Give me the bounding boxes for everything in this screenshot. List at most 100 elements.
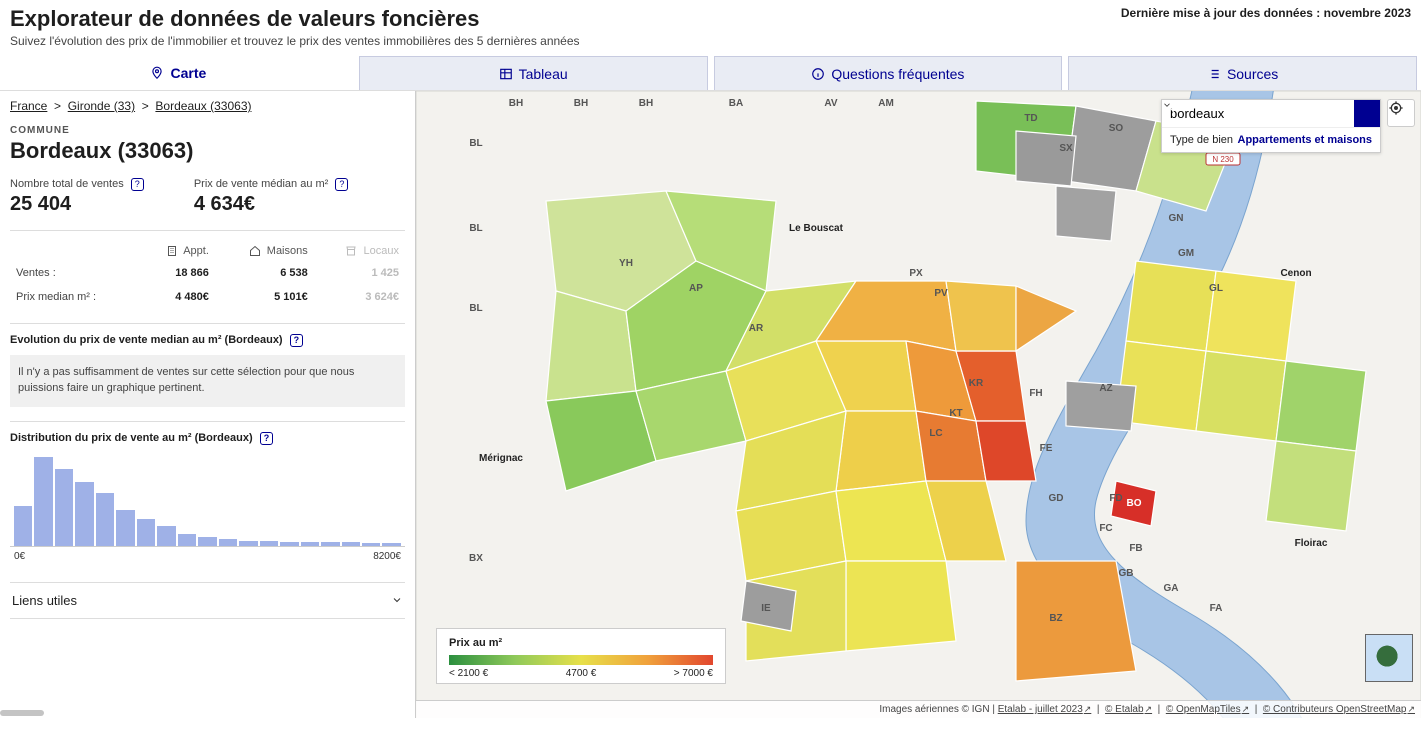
distribution-axis-min: 0€ [14, 551, 25, 562]
building-icon [166, 245, 178, 257]
cell-prix-locaux: 3 624€ [314, 285, 405, 309]
row-prix-label: Prix median m² : [10, 285, 138, 309]
attrib-etalab[interactable]: © Etalab↗ [1105, 704, 1152, 715]
search-input[interactable] [1162, 100, 1354, 127]
breakdown-table: Appt. Maisons Locaux Ventes : 18 866 [10, 241, 405, 309]
distribution-bar [198, 537, 216, 546]
tab-sources[interactable]: Sources [1068, 56, 1417, 90]
distribution-axis-max: 8200€ [373, 551, 401, 562]
geolocate-button[interactable] [1387, 99, 1415, 127]
help-sales-icon[interactable]: ? [131, 178, 144, 191]
map-pin-icon [150, 66, 164, 80]
svg-text:N 230: N 230 [1212, 155, 1234, 164]
distribution-bar [137, 519, 155, 546]
distribution-bar [382, 543, 400, 546]
breadcrumb-departement[interactable]: Gironde (33) [68, 99, 135, 113]
property-type-value: Appartements et maisons [1238, 134, 1372, 146]
attrib-etalab-date[interactable]: Etalab - juillet 2023↗ [998, 704, 1092, 715]
list-icon [1207, 67, 1221, 81]
horizontal-scrollbar[interactable] [0, 710, 44, 716]
chevron-down-icon [1162, 100, 1172, 110]
distribution-bar [260, 541, 278, 546]
attrib-osm[interactable]: © Contributeurs OpenStreetMap↗ [1263, 704, 1415, 715]
minimap-button[interactable] [1365, 634, 1413, 682]
side-panel: France > Gironde (33) > Bordeaux (33063)… [0, 91, 416, 718]
breadcrumb: France > Gironde (33) > Bordeaux (33063) [10, 99, 405, 113]
cell-prix-maisons: 5 101€ [215, 285, 314, 309]
cell-ventes-appt: 18 866 [138, 261, 215, 285]
page-subtitle: Suivez l'évolution des prix de l'immobil… [0, 34, 1421, 56]
distribution-bar [362, 543, 380, 546]
property-type-label: Type de bien [1170, 134, 1233, 146]
home-icon [249, 245, 261, 257]
kpi-price-label: Prix de vente médian au m² [194, 178, 329, 190]
tab-faq-label: Questions fréquentes [831, 66, 964, 82]
col-appt: Appt. [183, 245, 209, 257]
breadcrumb-france[interactable]: France [10, 99, 47, 113]
data-update-label: Dernière mise à jour des données : novem… [1121, 6, 1411, 20]
table-row: Prix median m² : 4 480€ 5 101€ 3 624€ [10, 285, 405, 309]
help-distribution-icon[interactable]: ? [260, 432, 274, 445]
distribution-bar [321, 542, 339, 546]
useful-links-toggle[interactable]: Liens utiles [10, 582, 405, 619]
tab-tableau-label: Tableau [519, 66, 568, 82]
place-title: Bordeaux (33063) [10, 138, 405, 164]
table-row: Ventes : 18 866 6 538 1 425 [10, 261, 405, 285]
evolution-title: Evolution du prix de vente median au m² … [10, 334, 283, 346]
table-icon [499, 67, 513, 81]
cell-ventes-maisons: 6 538 [215, 261, 314, 285]
price-legend: Prix au m² < 2100 € 4700 € > 7000 € [436, 628, 726, 684]
distribution-bar [34, 457, 52, 546]
search-button[interactable] [1354, 100, 1380, 127]
attrib-prefix: Images aériennes © IGN | [879, 704, 997, 715]
attrib-openmaptiles[interactable]: © OpenMapTiles↗ [1166, 704, 1249, 715]
level-label: COMMUNE [10, 125, 405, 136]
row-ventes-label: Ventes : [10, 261, 138, 285]
info-icon [811, 67, 825, 81]
legend-mid: 4700 € [566, 668, 597, 679]
evolution-empty-message: Il n'y a pas suffisamment de ventes sur … [10, 355, 405, 407]
distribution-bar [14, 506, 32, 546]
distribution-bar [219, 539, 237, 546]
distribution-bar [75, 482, 93, 546]
chevron-down-icon [391, 594, 403, 606]
distribution-title: Distribution du prix de vente au m² (Bor… [10, 432, 253, 444]
map-attribution: Images aériennes © IGN | Etalab - juille… [416, 700, 1421, 718]
tab-carte[interactable]: Carte [4, 56, 353, 90]
kpi-sales-label: Nombre total de ventes [10, 178, 124, 190]
col-locaux: Locaux [364, 245, 399, 257]
distribution-chart [10, 457, 405, 547]
cell-ventes-locaux: 1 425 [314, 261, 405, 285]
legend-max: > 7000 € [674, 668, 713, 679]
cell-prix-appt: 4 480€ [138, 285, 215, 309]
useful-links-label: Liens utiles [12, 593, 77, 608]
distribution-bar [96, 493, 114, 546]
search-panel: Type de bien Appartements et maisons [1161, 99, 1381, 153]
property-type-selector[interactable]: Type de bien Appartements et maisons [1162, 127, 1380, 152]
col-maisons: Maisons [267, 245, 308, 257]
legend-title: Prix au m² [449, 637, 713, 649]
distribution-bar [239, 541, 257, 546]
distribution-bar [342, 542, 360, 546]
distribution-bar [157, 526, 175, 546]
tab-carte-label: Carte [170, 65, 206, 81]
breadcrumb-commune[interactable]: Bordeaux (33063) [155, 99, 251, 113]
tab-tableau[interactable]: Tableau [359, 56, 708, 90]
kpi-sales-value: 25 404 [10, 193, 144, 216]
crosshair-icon [1388, 100, 1404, 116]
distribution-bar [116, 510, 134, 546]
store-icon [345, 245, 357, 257]
distribution-bar [178, 534, 196, 546]
map-canvas[interactable]: Le Bouscat Mérignac Cenon Floirac BHBHBH… [416, 91, 1421, 718]
tab-faq[interactable]: Questions fréquentes [714, 56, 1063, 90]
kpi-price-value: 4 634€ [194, 193, 349, 216]
help-evolution-icon[interactable]: ? [290, 334, 304, 347]
legend-min: < 2100 € [449, 668, 488, 679]
page-title: Explorateur de données de valeurs fonciè… [10, 6, 480, 32]
distribution-bar [280, 542, 298, 546]
tab-sources-label: Sources [1227, 66, 1278, 82]
distribution-bar [55, 469, 73, 546]
road-tag: N 230 [1206, 153, 1240, 165]
distribution-bar [301, 542, 319, 546]
help-price-icon[interactable]: ? [335, 178, 348, 191]
